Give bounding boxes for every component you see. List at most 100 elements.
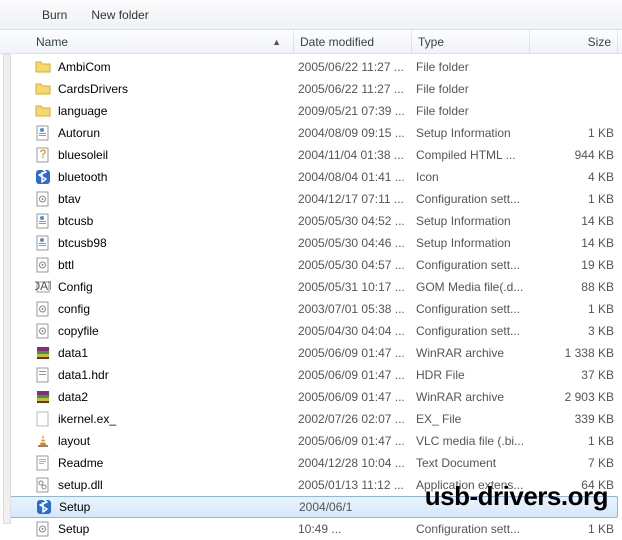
column-header-date[interactable]: Date modified — [294, 30, 412, 53]
file-name: bttl — [58, 258, 298, 272]
cfg-icon — [34, 256, 52, 274]
column-header-type[interactable]: Type — [412, 30, 530, 53]
file-row[interactable]: ?bluesoleil2004/11/04 01:38 ...Compiled … — [0, 144, 622, 166]
inf-icon — [34, 212, 52, 230]
file-row[interactable]: Readme2004/12/28 10:04 ...Text Document7… — [0, 452, 622, 474]
chm-icon: ? — [34, 146, 52, 164]
file-name: setup.dll — [58, 478, 298, 492]
file-name: bluetooth — [58, 170, 298, 184]
file-row[interactable]: AmbiCom2005/06/22 11:27 ...File folder — [0, 56, 622, 78]
file-list[interactable]: AmbiCom2005/06/22 11:27 ...File folderCa… — [0, 54, 622, 540]
dat-icon: DAT — [34, 278, 52, 296]
txt-icon — [34, 454, 52, 472]
file-size: 1 338 KB — [534, 346, 614, 360]
hdr-icon — [34, 366, 52, 384]
file-size: 14 KB — [534, 236, 614, 250]
svg-text:DAT: DAT — [35, 279, 51, 293]
file-size: 2 903 KB — [534, 390, 614, 404]
file-size: 1 KB — [534, 302, 614, 316]
left-scrollbar[interactable] — [3, 54, 11, 524]
file-name: Autorun — [58, 126, 298, 140]
column-header-name[interactable]: Name ▲ — [30, 30, 294, 53]
rar-icon — [34, 388, 52, 406]
file-row[interactable]: ikernel.ex_2002/07/26 02:07 ...EX_ File3… — [0, 408, 622, 430]
file-date: 2004/08/04 01:41 ... — [298, 170, 416, 184]
file-size: 1 KB — [534, 522, 614, 536]
column-header-name-label: Name — [36, 35, 68, 49]
file-type: Configuration sett... — [416, 192, 534, 206]
file-type: File folder — [416, 104, 534, 118]
file-type: EX_ File — [416, 412, 534, 426]
file-size: 1 KB — [534, 192, 614, 206]
file-row[interactable]: DATConfig2005/05/31 10:17 ...GOM Media f… — [0, 276, 622, 298]
file-row[interactable]: btcusb2005/05/30 04:52 ...Setup Informat… — [0, 210, 622, 232]
file-date: 2004/11/04 01:38 ... — [298, 148, 416, 162]
column-header-size[interactable]: Size — [530, 30, 618, 53]
file-date: 2005/05/30 04:52 ... — [298, 214, 416, 228]
file-row[interactable]: copyfile2005/04/30 04:04 ...Configuratio… — [0, 320, 622, 342]
file-name: btcusb98 — [58, 236, 298, 250]
file-type: Icon — [416, 170, 534, 184]
file-name: btcusb — [58, 214, 298, 228]
file-date: 10:49 ... — [298, 522, 416, 536]
file-type: File folder — [416, 82, 534, 96]
file-date: 2004/12/17 07:11 ... — [298, 192, 416, 206]
file-date: 2005/06/22 11:27 ... — [298, 60, 416, 74]
file-name: CardsDrivers — [58, 82, 298, 96]
file-row[interactable]: CardsDrivers2005/06/22 11:27 ...File fol… — [0, 78, 622, 100]
burn-button[interactable]: Burn — [30, 4, 79, 26]
file-row[interactable]: layout2005/06/09 01:47 ...VLC media file… — [0, 430, 622, 452]
file-date: 2004/06/1 — [299, 500, 417, 514]
file-date: 2005/04/30 04:04 ... — [298, 324, 416, 338]
file-date: 2005/06/09 01:47 ... — [298, 346, 416, 360]
file-size: 88 KB — [534, 280, 614, 294]
file-row[interactable]: language2009/05/21 07:39 ...File folder — [0, 100, 622, 122]
file-type: Configuration sett... — [416, 302, 534, 316]
file-row[interactable]: data22005/06/09 01:47 ...WinRAR archive2… — [0, 386, 622, 408]
file-row[interactable]: btcusb982005/05/30 04:46 ...Setup Inform… — [0, 232, 622, 254]
file-type: Configuration sett... — [416, 522, 534, 536]
file-date: 2004/12/28 10:04 ... — [298, 456, 416, 470]
cfg-icon — [34, 322, 52, 340]
file-size: 14 KB — [534, 214, 614, 228]
file-size: 1 KB — [534, 434, 614, 448]
file-row[interactable]: Setup10:49 ...Configuration sett...1 KB — [0, 518, 622, 540]
svg-text:?: ? — [39, 147, 46, 161]
file-row[interactable]: data1.hdr2005/06/09 01:47 ...HDR File37 … — [0, 364, 622, 386]
file-row[interactable]: bluetooth2004/08/04 01:41 ...Icon4 KB — [0, 166, 622, 188]
folder-icon — [34, 80, 52, 98]
file-date: 2005/01/13 11:12 ... — [298, 478, 416, 492]
file-name: language — [58, 104, 298, 118]
cfg-icon — [34, 520, 52, 538]
file-type: Setup Information — [416, 214, 534, 228]
file-name: config — [58, 302, 298, 316]
file-type: WinRAR archive — [416, 390, 534, 404]
file-date: 2005/06/09 01:47 ... — [298, 390, 416, 404]
vlc-icon — [34, 432, 52, 450]
file-name: bluesoleil — [58, 148, 298, 162]
toolbar: Burn New folder — [0, 0, 622, 30]
file-type: Configuration sett... — [416, 258, 534, 272]
file-name: btav — [58, 192, 298, 206]
cfg-icon — [34, 190, 52, 208]
dll-icon — [34, 476, 52, 494]
new-folder-button[interactable]: New folder — [79, 4, 160, 26]
file-size: 4 KB — [534, 170, 614, 184]
file-date: 2003/07/01 05:38 ... — [298, 302, 416, 316]
file-date: 2002/07/26 02:07 ... — [298, 412, 416, 426]
file-date: 2009/05/21 07:39 ... — [298, 104, 416, 118]
file-size: 7 KB — [534, 456, 614, 470]
file-row[interactable]: Autorun2004/08/09 09:15 ...Setup Informa… — [0, 122, 622, 144]
file-row[interactable]: btav2004/12/17 07:11 ...Configuration se… — [0, 188, 622, 210]
file-name: layout — [58, 434, 298, 448]
bt-icon — [35, 498, 53, 516]
file-row[interactable]: config2003/07/01 05:38 ...Configuration … — [0, 298, 622, 320]
cfg-icon — [34, 300, 52, 318]
file-date: 2005/05/30 04:46 ... — [298, 236, 416, 250]
folder-icon — [34, 102, 52, 120]
file-row[interactable]: data12005/06/09 01:47 ...WinRAR archive1… — [0, 342, 622, 364]
file-row[interactable]: bttl2005/05/30 04:57 ...Configuration se… — [0, 254, 622, 276]
file-type: HDR File — [416, 368, 534, 382]
file-type: Text Document — [416, 456, 534, 470]
file-date: 2005/05/30 04:57 ... — [298, 258, 416, 272]
